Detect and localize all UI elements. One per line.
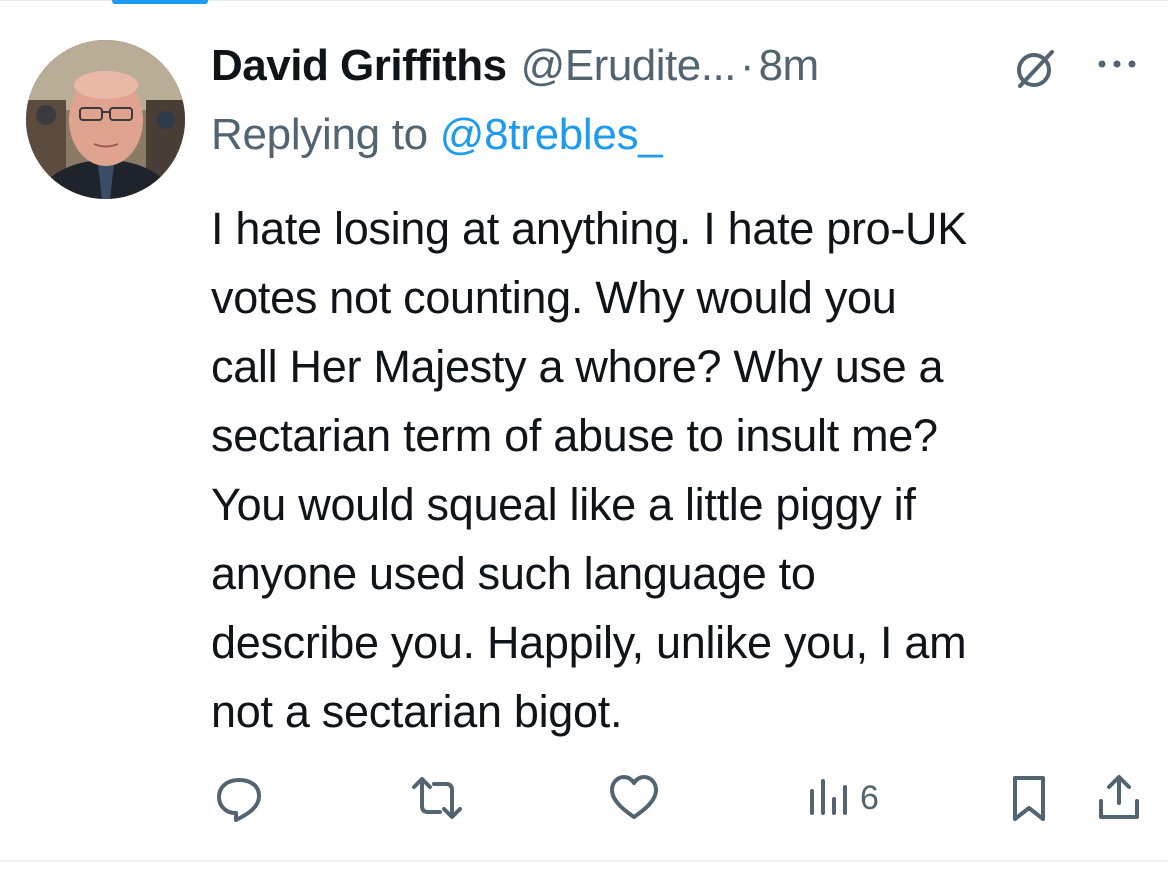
views-count: 6 [860,778,879,817]
tweet[interactable]: David Griffiths @Erudite... · 8m Replyin… [0,0,1168,862]
tweet-header: David Griffiths @Erudite... · 8m [211,36,819,96]
replying-to-handle-link[interactable]: @8trebles_ [440,110,663,159]
avatar[interactable] [26,40,185,199]
like-button[interactable] [608,770,660,826]
tweet-text-line: You would squeal like a little piggy if [211,479,916,530]
retweet-button[interactable] [410,770,464,826]
more-options-icon[interactable] [1094,50,1140,80]
tweet-text-line: not a sectarian bigot. [211,686,623,737]
heart-icon [610,775,658,819]
bookmark-icon [1013,776,1045,821]
tweet-text-line: sectarian term of abuse to insult me? [211,410,938,461]
avatar-photo [26,40,185,199]
grok-icon[interactable] [1012,46,1058,92]
bookmark-button[interactable] [1008,770,1050,826]
views-button[interactable]: 6 [806,770,879,826]
tweet-text-line: I hate losing at anything. I hate pro-UK [211,203,967,254]
author-display-name[interactable]: David Griffiths [211,41,507,91]
share-icon [1099,775,1139,819]
tweet-text: I hate losing at anything. I hate pro-UK… [211,194,1151,746]
tweet-text-line: votes not counting. Why would you [211,272,897,323]
retweet-icon [412,777,462,819]
tweet-actions: 6 [0,770,1168,830]
tweet-timestamp[interactable]: 8m [759,41,820,91]
views-icon [810,779,847,815]
replying-to-label: Replying to [211,110,428,159]
share-button[interactable] [1096,770,1142,826]
tweet-text-line: anyone used such language to [211,548,816,599]
bottom-divider [0,860,1168,862]
separator-dot: · [739,41,755,90]
reply-button[interactable] [214,770,264,826]
tweet-text-line: describe you. Happily, unlike you, I am [211,617,967,668]
author-handle[interactable]: @Erudite... [521,41,737,91]
reply-icon [217,778,261,822]
replying-to: Replying to @8trebles_ [211,110,663,160]
tweet-text-line: call Her Majesty a whore? Why use a [211,341,944,392]
